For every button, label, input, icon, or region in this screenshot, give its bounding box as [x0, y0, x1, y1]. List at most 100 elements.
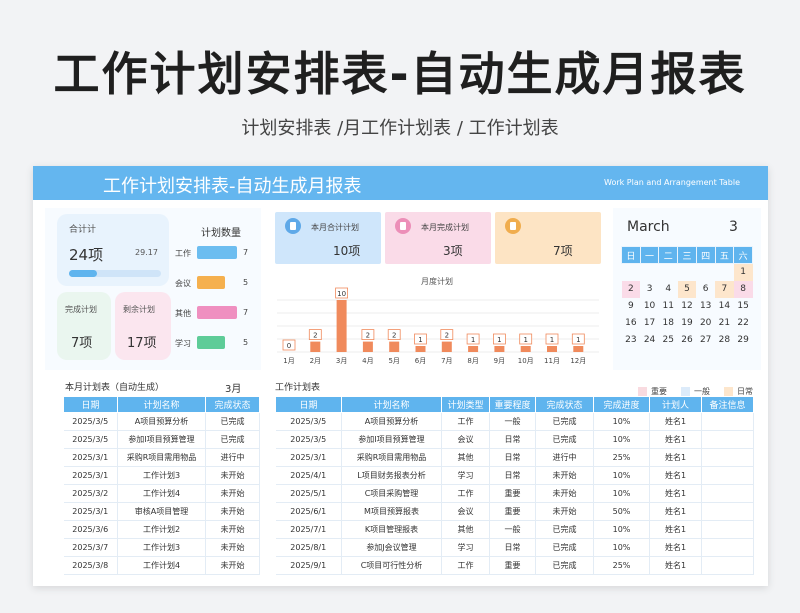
legend-swatch — [681, 387, 690, 396]
calendar-week: 23 24 25 26 27 28 29 — [622, 332, 753, 349]
calendar-day-cell[interactable]: 13 — [696, 298, 715, 315]
work-plan-table: 日期 计划名称 计划类型 重要程度 完成状态 完成进度 计划人 备注信息 2025/3/5 A项… — [275, 396, 754, 575]
calendar-day-cell[interactable]: 5 — [677, 280, 697, 298]
column-header: 完成状态 — [205, 396, 260, 413]
calendar-day-cell[interactable]: 17 — [640, 315, 659, 332]
calendar-day-cell[interactable]: 9 — [622, 298, 641, 315]
calendar-day-cell[interactable]: 28 — [715, 332, 734, 349]
table-row: 2025/3/1 采购R项目需用物品 其他 日常 进行中 25% 姓名1 — [275, 448, 754, 467]
table-cell: 2025/3/8 — [63, 556, 118, 575]
weekday-header: 二 — [658, 246, 679, 264]
calendar-day-cell[interactable]: 3 — [640, 281, 659, 298]
calendar-day-cell[interactable] — [715, 264, 734, 281]
plan-count-title: 计划数量 — [201, 228, 241, 239]
header-banner: 工作计划安排表-自动生成月报表 Work Plan and Arrangemen… — [33, 166, 768, 200]
done-card: 完成计划 7项 — [57, 292, 111, 360]
table-cell: 50% — [593, 502, 650, 521]
calendar-day-cell[interactable]: 25 — [659, 332, 678, 349]
calendar-day-cell[interactable]: 23 — [622, 332, 641, 349]
table-cell: 姓名1 — [649, 448, 702, 467]
weekday-header: 三 — [677, 246, 697, 264]
calendar-day-cell[interactable]: 19 — [678, 315, 697, 332]
calendar-day-cell[interactable] — [622, 264, 641, 281]
column-header: 计划类型 — [441, 396, 490, 413]
table-cell: 日常 — [489, 538, 536, 557]
spreadsheet-preview: 工作计划安排表-自动生成月报表 Work Plan and Arrangemen… — [33, 166, 768, 586]
data-label: 1 — [523, 336, 527, 344]
calendar-day-cell[interactable]: 27 — [696, 332, 715, 349]
calendar-day-cell[interactable] — [659, 264, 678, 281]
table-cell: 日常 — [489, 466, 536, 485]
calendar-day-cell[interactable]: 18 — [659, 315, 678, 332]
calendar-day-cell[interactable]: 20 — [696, 315, 715, 332]
calendar-day-cell[interactable] — [696, 264, 715, 281]
calendar-day-cell[interactable] — [678, 264, 697, 281]
calendar-day-cell[interactable]: 11 — [659, 298, 678, 315]
calendar-day-cell[interactable]: 29 — [734, 332, 753, 349]
table-cell: 进行中 — [205, 448, 260, 467]
table-cell — [701, 484, 754, 503]
calendar-day-cell[interactable]: 10 — [640, 298, 659, 315]
table-cell — [701, 430, 754, 449]
data-label: 1 — [471, 336, 475, 344]
calendar-day-cell[interactable]: 8 — [733, 280, 753, 298]
table-cell: 参加I项目预算管理 — [117, 430, 206, 449]
plan-count-label: 学习 — [175, 339, 191, 348]
column-header: 重要程度 — [489, 396, 536, 413]
legend-label: 重要 — [651, 387, 667, 396]
data-label: 1 — [550, 336, 554, 344]
table-cell — [701, 466, 754, 485]
table-row: 2025/3/5 参加I项目预算管理 会议 日常 已完成 10% 姓名1 — [275, 430, 754, 449]
table-cell: 已完成 — [535, 520, 594, 539]
calendar-day-cell[interactable]: 26 — [678, 332, 697, 349]
calendar-day-cell[interactable]: 6 — [696, 281, 715, 298]
calendar-day-cell[interactable]: 16 — [622, 315, 641, 332]
table-row: 2025/3/1 采购R项目需用物品 进行中 — [63, 448, 260, 467]
table-cell: 重要 — [489, 556, 536, 575]
chart-bar — [310, 341, 321, 352]
calendar-day-cell[interactable]: 15 — [734, 298, 753, 315]
table-cell: 2025/4/1 — [275, 466, 342, 485]
table-row: 2025/3/5 A项目预算分析 工作 一般 已完成 10% 姓名1 — [275, 412, 754, 431]
calendar-day-cell[interactable]: 4 — [659, 281, 678, 298]
table-cell: 姓名1 — [649, 430, 702, 449]
legend-label: 一般 — [694, 387, 710, 396]
table-cell: 学习 — [441, 466, 490, 485]
x-tick-label: 8月 — [467, 357, 478, 365]
remain-label: 剩余计划 — [123, 305, 155, 314]
calendar-day-cell[interactable]: 21 — [715, 315, 734, 332]
calendar-day-cell[interactable]: 12 — [678, 298, 697, 315]
chart-bar — [336, 300, 347, 352]
table-cell: C项目可行性分析 — [341, 556, 442, 575]
table-cell: 2025/3/2 — [63, 484, 118, 503]
calendar-day-cell[interactable] — [640, 264, 659, 281]
x-tick-label: 6月 — [415, 357, 426, 365]
document-icon — [395, 218, 411, 234]
calendar-day-cell[interactable]: 7 — [715, 280, 734, 298]
x-tick-label: 10月 — [518, 357, 534, 365]
table-cell: 姓名1 — [649, 466, 702, 485]
done-label: 完成计划 — [65, 305, 97, 314]
column-header: 计划名称 — [117, 396, 206, 413]
table-cell: 2025/3/1 — [63, 502, 118, 521]
legend-label: 日常 — [737, 387, 753, 396]
table-cell: 未开始 — [535, 484, 594, 503]
calendar-day-cell[interactable]: 14 — [715, 298, 734, 315]
table-cell: 25% — [593, 556, 650, 575]
table-row: 2025/4/1 L项目财务报表分析 学习 日常 未开始 10% 姓名1 — [275, 466, 754, 485]
column-header: 日期 — [63, 396, 118, 413]
table-cell: 工作计划4 — [117, 484, 206, 503]
work-plan-title: 工作计划表 — [275, 383, 321, 393]
calendar-day-cell[interactable]: 24 — [640, 332, 659, 349]
column-header: 备注信息 — [701, 396, 754, 413]
table-cell: 2025/3/7 — [63, 538, 118, 557]
table-cell — [701, 412, 754, 431]
table-cell: 已完成 — [535, 538, 594, 557]
monthly-bar-chart: 月度计划 01月22月103月24月25月16月27月18月19月110月111… — [277, 276, 599, 365]
calendar-day-cell[interactable]: 1 — [733, 263, 753, 281]
table-cell: 未开始 — [535, 466, 594, 485]
calendar-day-cell[interactable]: 2 — [621, 280, 641, 298]
summary-card: 本月完成计划 3项 — [385, 212, 491, 264]
calendar-day-cell[interactable]: 22 — [734, 315, 753, 332]
data-label: 2 — [445, 332, 449, 340]
